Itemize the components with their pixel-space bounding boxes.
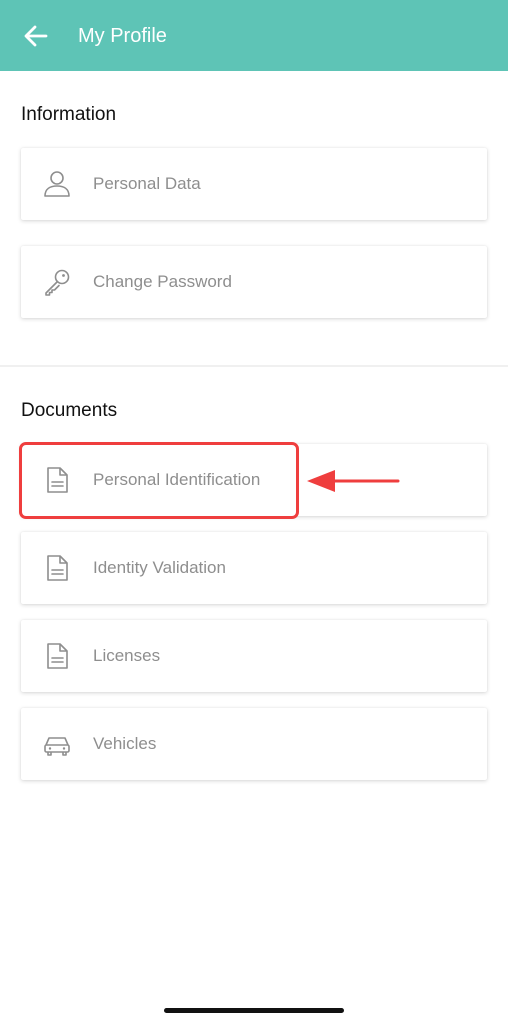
change-password-item[interactable]: Change Password bbox=[21, 246, 487, 318]
document-icon bbox=[47, 643, 68, 669]
back-button[interactable] bbox=[22, 22, 50, 50]
document-icon bbox=[47, 555, 68, 581]
vehicles-item[interactable]: Vehicles bbox=[21, 708, 487, 780]
person-icon bbox=[44, 171, 70, 197]
key-icon bbox=[45, 269, 70, 296]
vehicles-label: Vehicles bbox=[93, 734, 157, 753]
identity-validation-item[interactable]: Identity Validation bbox=[21, 532, 487, 604]
identity-validation-label: Identity Validation bbox=[93, 558, 226, 577]
arrow-left-icon bbox=[24, 25, 48, 47]
app-bar: My Profile bbox=[0, 0, 508, 71]
section-title-documents: Documents bbox=[21, 400, 118, 421]
change-password-label: Change Password bbox=[93, 272, 232, 291]
section-title-information: Information bbox=[21, 104, 117, 125]
personal-data-label: Personal Data bbox=[93, 174, 201, 193]
page-title: My Profile bbox=[78, 25, 167, 47]
document-icon bbox=[47, 467, 68, 493]
personal-identification-item[interactable]: Personal Identification bbox=[21, 444, 487, 516]
licenses-item[interactable]: Licenses bbox=[21, 620, 487, 692]
personal-identification-label: Personal Identification bbox=[93, 470, 261, 489]
section-divider bbox=[0, 365, 508, 367]
personal-data-item[interactable]: Personal Data bbox=[21, 148, 487, 220]
licenses-label: Licenses bbox=[93, 646, 161, 665]
car-icon bbox=[44, 737, 70, 756]
home-indicator bbox=[164, 1008, 344, 1013]
